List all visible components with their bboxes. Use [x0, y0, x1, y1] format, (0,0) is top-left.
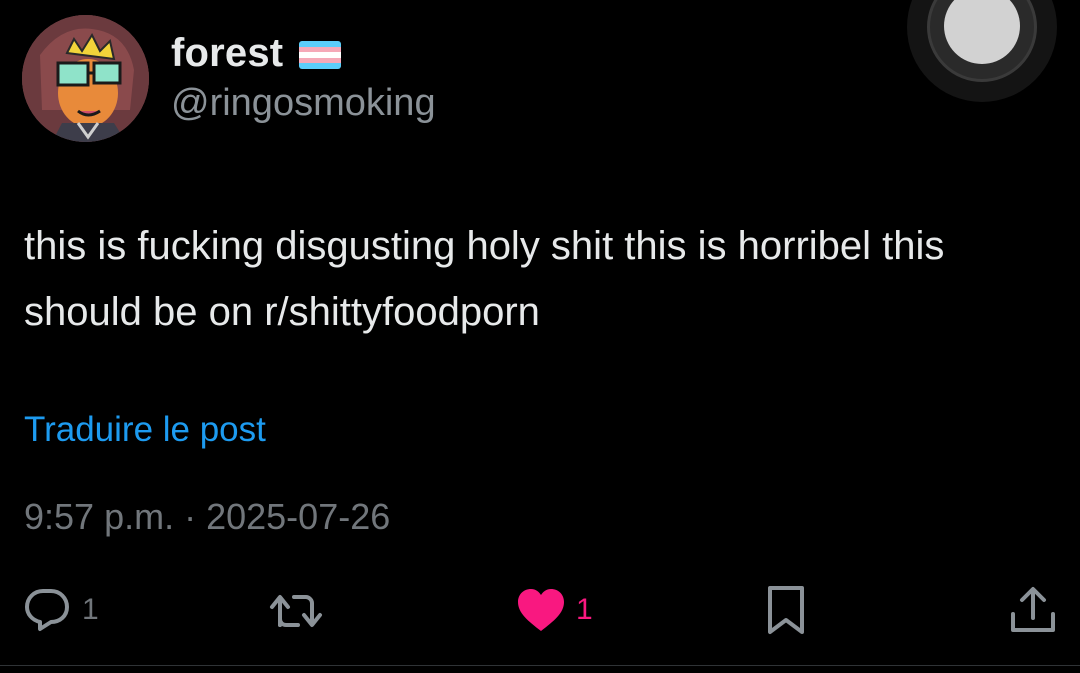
reply-button[interactable]: 1: [22, 580, 99, 640]
display-name[interactable]: forest: [171, 31, 283, 76]
action-bar: 1 1: [0, 580, 1080, 640]
like-count: 1: [576, 593, 593, 626]
post-date: 2025-07-26: [206, 496, 391, 537]
repost-button[interactable]: [268, 580, 334, 640]
post-detail: forest @ringosmoking this is fucking dis…: [0, 0, 1080, 673]
avatar-illustration: [22, 15, 149, 142]
display-name-row: forest: [171, 30, 342, 76]
heart-icon: [518, 589, 564, 631]
reply-icon: [25, 589, 69, 631]
avatar[interactable]: [22, 15, 149, 142]
transgender-flag-icon: [299, 41, 342, 69]
like-button[interactable]: 1: [516, 580, 593, 640]
divider: [0, 665, 1080, 666]
share-icon: [1011, 587, 1055, 632]
bookmark-button[interactable]: [764, 580, 808, 640]
user-handle[interactable]: @ringosmoking: [171, 82, 436, 125]
post-text: this is fucking disgusting holy shit thi…: [24, 224, 945, 334]
timestamp-separator: ·: [184, 496, 197, 537]
post-timestamp: 9:57 p.m. · 2025-07-26: [24, 496, 390, 538]
floating-record-button[interactable]: [907, 0, 1057, 102]
post-time: 9:57 p.m.: [24, 496, 175, 537]
reply-count: 1: [82, 593, 99, 626]
share-button[interactable]: [1008, 580, 1058, 640]
bookmark-icon: [768, 586, 804, 634]
repost-icon: [270, 595, 322, 627]
translate-post-link[interactable]: Traduire le post: [24, 410, 266, 450]
